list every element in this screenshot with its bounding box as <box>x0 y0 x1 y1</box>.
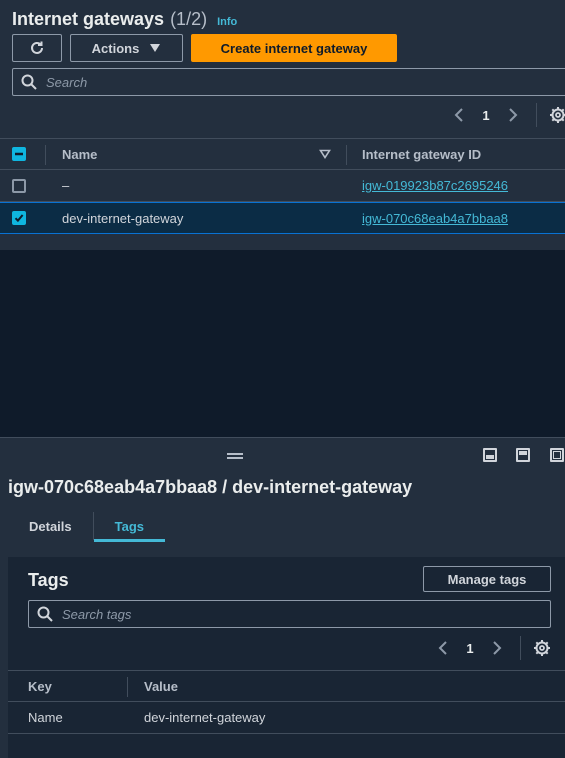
search-input[interactable] <box>46 74 506 90</box>
sort-down-icon <box>319 149 331 159</box>
column-divider <box>346 145 347 165</box>
previous-page-button[interactable] <box>446 102 472 128</box>
pager-divider <box>536 103 537 127</box>
pager-divider <box>520 636 521 660</box>
preferences-button[interactable] <box>531 637 553 659</box>
row-checkbox[interactable] <box>12 211 26 225</box>
preferences-button[interactable] <box>547 104 565 126</box>
split-close-icon[interactable] <box>550 448 564 462</box>
create-internet-gateway-button[interactable]: Create internet gateway <box>191 34 397 62</box>
tab-details[interactable]: Details <box>8 510 93 542</box>
gateway-id-link[interactable]: igw-070c68eab4a7bbaa8 <box>362 203 508 233</box>
minus-icon <box>15 152 23 156</box>
previous-page-button[interactable] <box>430 635 456 661</box>
resize-handle[interactable] <box>227 453 243 459</box>
tags-title: Tags <box>28 570 69 590</box>
detail-title: igw-070c68eab4a7bbaa8 / dev-internet-gat… <box>8 477 413 497</box>
manage-tags-button[interactable]: Manage tags <box>423 566 551 592</box>
tags-pagination: 1 <box>430 634 553 662</box>
table-row[interactable]: – igw-019923b87c2695246 <box>0 170 565 202</box>
tags-search-input[interactable] <box>62 606 522 622</box>
table-row[interactable]: dev-internet-gateway igw-070c68eab4a7bba… <box>0 202 565 234</box>
select-all-checkbox[interactable] <box>12 147 26 161</box>
internet-gateways-panel: Internet gateways (1/2) Info Actions Cre… <box>0 0 565 250</box>
table-header: Name Internet gateway ID <box>0 138 565 170</box>
chevron-right-icon <box>509 108 518 122</box>
checkmark-icon <box>14 214 24 223</box>
tags-container: Tags Manage tags 1 <box>8 557 565 758</box>
page-number[interactable]: 1 <box>456 641 484 656</box>
refresh-button[interactable] <box>12 34 62 62</box>
column-header-key: Key <box>28 678 52 694</box>
chevron-left-icon <box>454 108 463 122</box>
select-all-cell <box>12 139 26 169</box>
split-bottom-icon[interactable] <box>483 448 497 462</box>
gateway-name: – <box>62 178 70 193</box>
search-icon <box>37 606 53 622</box>
tag-value: dev-internet-gateway <box>144 710 266 725</box>
gateway-name: dev-internet-gateway <box>62 210 184 226</box>
next-page-button[interactable] <box>500 102 526 128</box>
caret-down-icon <box>150 44 161 52</box>
row-select-cell <box>12 170 26 201</box>
row-select-cell <box>12 203 26 233</box>
split-side-icon[interactable] <box>516 448 530 462</box>
info-link[interactable]: Info <box>217 16 237 28</box>
chevron-left-icon <box>438 641 447 655</box>
gear-icon <box>550 107 565 123</box>
pagination: 1 <box>446 101 565 129</box>
gateway-id-link[interactable]: igw-019923b87c2695246 <box>362 170 508 201</box>
actions-label: Actions <box>91 40 140 56</box>
empty-area <box>0 250 565 438</box>
chevron-right-icon <box>493 641 502 655</box>
search-bar <box>12 68 565 96</box>
refresh-icon <box>31 41 43 54</box>
page-title: Internet gateways <box>12 9 165 29</box>
gateways-table: Name Internet gateway ID – igw-019923b87… <box>0 138 565 234</box>
column-header-gateway-id[interactable]: Internet gateway ID <box>362 139 481 169</box>
tag-row: Name dev-internet-gateway <box>8 702 565 734</box>
page-number[interactable]: 1 <box>472 108 500 123</box>
tag-key: Name <box>28 710 63 725</box>
tags-table: Key Value Name dev-internet-gateway <box>8 670 565 734</box>
next-page-button[interactable] <box>484 635 510 661</box>
column-header-value: Value <box>144 678 178 694</box>
detail-tabs: Details Tags <box>8 510 166 542</box>
selection-count: (1/2) <box>170 9 208 29</box>
tags-table-header: Key Value <box>8 670 565 702</box>
actions-dropdown[interactable]: Actions <box>70 34 183 62</box>
split-panel: igw-070c68eab4a7bbaa8 / dev-internet-gat… <box>0 437 565 758</box>
column-header-name[interactable]: Name <box>62 139 97 169</box>
search-icon <box>21 74 37 90</box>
column-divider <box>127 677 128 697</box>
column-divider <box>45 145 46 165</box>
row-checkbox[interactable] <box>12 178 26 193</box>
sort-button[interactable] <box>319 139 331 169</box>
tab-tags[interactable]: Tags <box>93 510 166 542</box>
tags-search-bar <box>28 600 551 628</box>
gear-icon <box>534 640 550 656</box>
page-header: Internet gateways (1/2) Info <box>12 9 237 30</box>
